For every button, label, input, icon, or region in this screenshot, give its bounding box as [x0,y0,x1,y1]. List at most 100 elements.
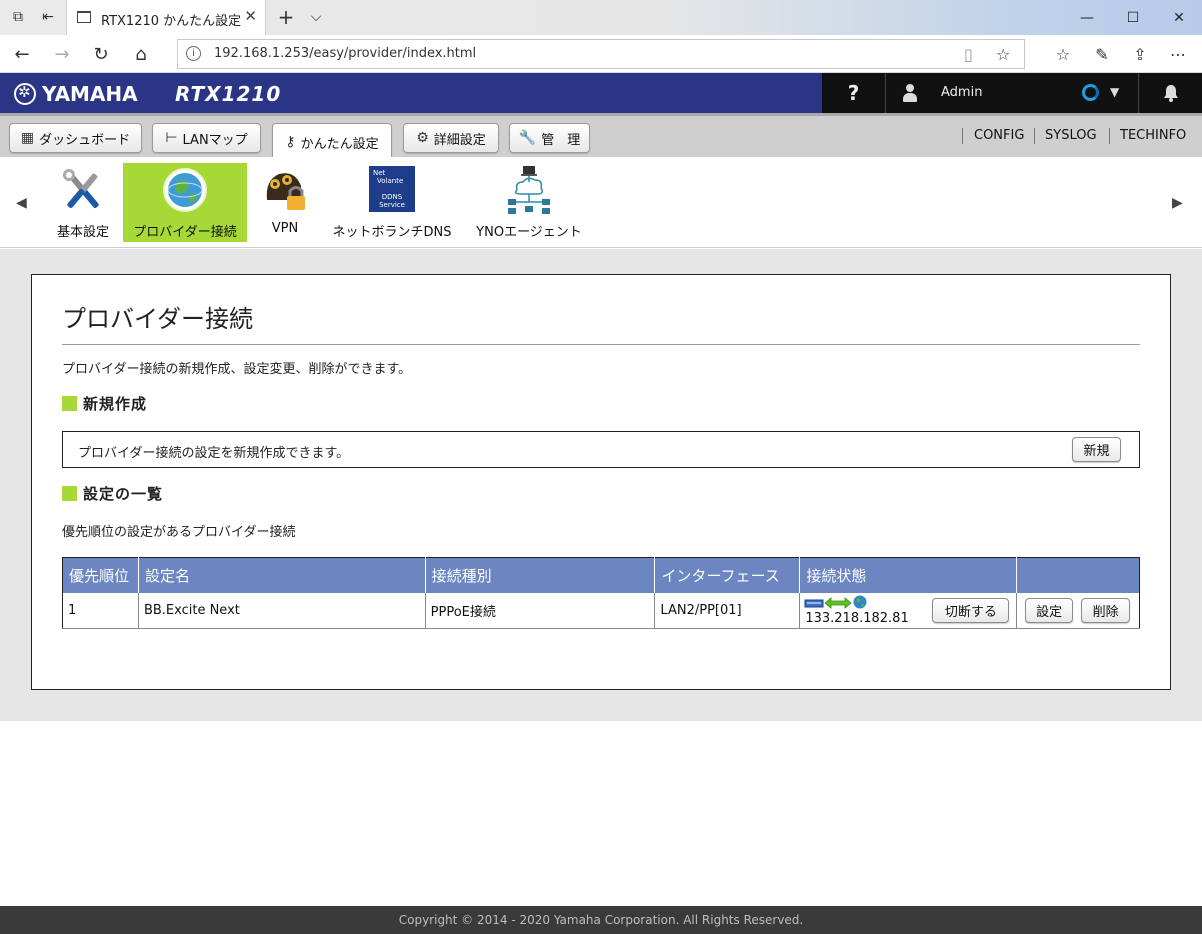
maximize-button[interactable]: ☐ [1110,0,1156,35]
notes-icon[interactable]: ✎ [1090,43,1114,65]
submenu-vpn[interactable]: VPN [252,163,318,242]
table-row: 1 BB.Excite Next PPPoE接続 LAN2/PP[01] 133… [62,592,1140,629]
page-description: プロバイダー接続の新規作成、設定変更、削除ができます。 [62,362,412,377]
chevron-down-icon[interactable]: ▼ [1110,85,1119,99]
ddns-icon-text: Volante [377,177,404,185]
user-icon [902,84,918,102]
lanmap-icon: ⊢ [165,130,178,146]
more-icon[interactable]: ⋯ [1166,43,1190,65]
menu-management[interactable]: 🔧 管 理 [509,123,590,153]
scroll-left-icon[interactable]: ◀ [16,195,27,211]
menu-dashboard-label: ダッシュボード [39,132,131,148]
tab-list-icon[interactable]: ⌵ [306,8,326,26]
cell-type: PPPoE接続 [425,592,656,629]
gear-icon: ⚙ [416,130,429,146]
brand-name: YAMAHA [42,82,138,106]
page-title: プロバイダー接続 [62,305,254,333]
section-heading-text: 新規作成 [83,395,148,413]
share-icon[interactable]: ⇪ [1128,43,1152,65]
forward-icon[interactable]: → [50,43,74,65]
home-icon[interactable]: ⌂ [129,43,153,65]
new-button[interactable]: 新規 [1072,437,1121,462]
set-aside-tabs-icon[interactable]: ⇤ [38,8,58,26]
ddns-icon-text: Service [379,201,405,209]
submenu-label: YNOエージェント [476,225,582,240]
ddns-icon-text: DDNS [381,193,403,201]
close-window-button[interactable]: ✕ [1156,0,1202,35]
notification-bell-icon[interactable] [1138,73,1202,113]
help-button[interactable]: ? [822,73,886,113]
submenu-provider-connection[interactable]: プロバイダー接続 [123,163,247,242]
submenu-label: プロバイダー接続 [133,225,237,240]
submenu-label: 基本設定 [56,225,109,240]
divider [62,344,1140,345]
section-marker-icon [62,396,77,411]
menu-dashboard[interactable]: ▦ ダッシュボード [9,123,142,153]
column-header-priority: 優先順位 [62,557,139,593]
address-bar-row: ← → ↻ ⌂ i 192.168.1.253/easy/provider/in… [0,35,1202,73]
cell-status: 133.218.182.81 切断する [799,592,1018,629]
table-header-row: 優先順位 設定名 接続種別 インターフェース 接続状態 [62,557,1140,593]
new-connection-text: プロバイダー接続の設定を新規作成できます。 [78,446,350,461]
list-description: 優先順位の設定があるプロバイダー接続 [62,525,296,540]
menu-manage-label: 管 理 [541,132,581,148]
model-name: RTX1210 [175,82,282,106]
key-icon: ⚷ [285,134,296,150]
tab-title: RTX1210 かんたん設定 - [101,14,241,29]
provider-panel: プロバイダー接続 プロバイダー接続の新規作成、設定変更、削除ができます。 新規作… [31,274,1171,690]
reading-view-icon[interactable]: ▯ [964,45,973,64]
delete-button[interactable]: 削除 [1081,597,1131,623]
tab-close-icon[interactable]: ✕ [244,7,257,25]
browser-tab-active[interactable]: RTX1210 かんたん設定 - ✕ [66,0,266,35]
column-header-status: 接続状態 [799,557,1018,593]
tab-actions-icon[interactable]: ⧉ [8,8,28,26]
favorite-star-icon[interactable]: ☆ [996,45,1010,64]
minimize-button[interactable]: — [1064,0,1110,35]
divider [1109,128,1110,144]
edit-button[interactable]: 設定 [1025,597,1074,623]
dashboard-icon: ▦ [20,130,35,146]
column-header-interface: インターフェース [654,557,801,593]
tools-icon [63,169,99,208]
link-syslog[interactable]: SYSLOG [1045,128,1097,143]
info-icon[interactable]: i [186,46,201,61]
url-text[interactable]: 192.168.1.253/easy/provider/index.html [214,46,476,61]
page-icon [77,11,91,23]
divider [962,128,963,144]
refresh-icon[interactable]: ↻ [89,43,113,65]
menu-lanmap-label: LANマップ [182,132,248,148]
disconnect-button[interactable]: 切断する [932,597,1010,623]
network-cloud-icon [508,166,550,214]
submenu-yno-agent[interactable]: YNOエージェント [470,163,588,242]
new-tab-icon[interactable]: + [276,5,296,29]
menu-easy-label: かんたん設定 [300,136,379,152]
connection-ip: 133.218.182.81 [805,610,909,626]
section-list-heading: 設定の一覧 [62,483,163,504]
ddns-service-icon: Net Volante DDNS Service [369,166,415,212]
user-name[interactable]: Admin [941,85,982,100]
url-input[interactable]: i 192.168.1.253/easy/provider/index.html… [177,39,1025,69]
yamaha-logo: YAMAHA [14,82,138,106]
submenu-label: VPN [271,221,299,236]
back-icon[interactable]: ← [10,43,34,65]
easy-setup-submenu: ◀ 基本設定 プロバイダー接続 VPN Net Volante DDNS Ser… [0,157,1202,248]
scroll-right-icon[interactable]: ▶ [1172,195,1183,211]
section-heading-text: 設定の一覧 [83,485,164,503]
link-config[interactable]: CONFIG [974,128,1024,143]
ddns-icon-text: Net [373,169,386,177]
menu-advanced-label: 詳細設定 [433,132,486,148]
new-connection-box: プロバイダー接続の設定を新規作成できます。 新規 [62,431,1140,468]
cell-priority: 1 [62,592,139,629]
cell-name: BB.Excite Next [138,592,426,629]
yamaha-emblem-icon [14,83,36,105]
menu-lanmap[interactable]: ⊢ LANマップ [152,123,261,153]
menu-easy-setup[interactable]: ⚷ かんたん設定 [272,123,392,160]
cell-interface: LAN2/PP[01] [654,592,801,629]
favorites-icon[interactable]: ☆ [1051,43,1075,65]
submenu-basic-settings[interactable]: 基本設定 [44,163,122,242]
menu-advanced[interactable]: ⚙ 詳細設定 [403,123,499,153]
submenu-netvolante-dns[interactable]: Net Volante DDNS Service ネットボランチDNS [330,163,454,242]
status-indicator-icon[interactable] [1082,84,1099,101]
copyright-footer: Copyright © 2014 - 2020 Yamaha Corporati… [0,906,1202,934]
link-techinfo[interactable]: TECHINFO [1120,128,1186,143]
